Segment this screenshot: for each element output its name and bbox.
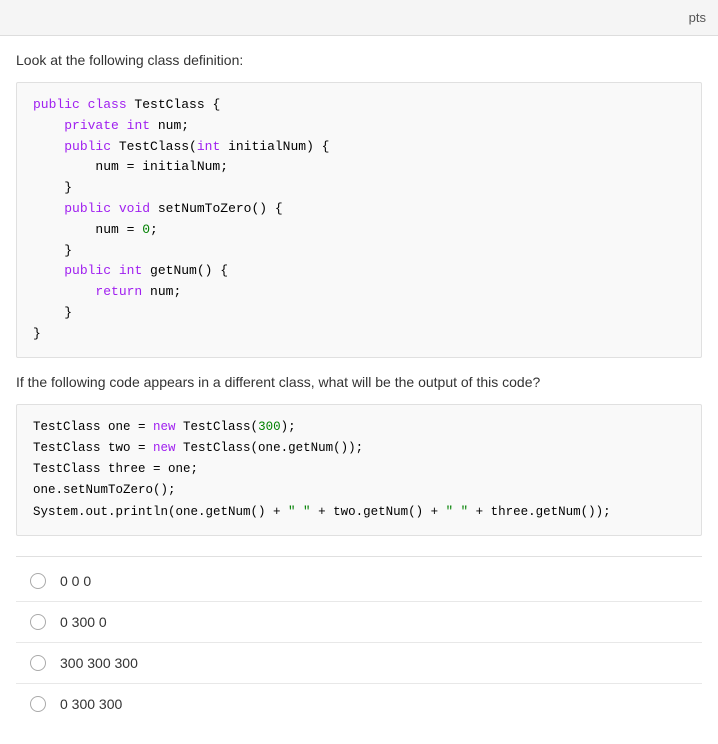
option-label-1: 0 0 0: [60, 573, 91, 589]
code-line-1: public class TestClass {: [33, 97, 220, 112]
option-radio-3[interactable]: [30, 655, 46, 671]
instruction-text: Look at the following class definition:: [16, 52, 702, 68]
code-line-7: num = 0;: [33, 222, 158, 237]
divider: [16, 556, 702, 557]
code-line-4: num = initialNum;: [33, 159, 228, 174]
run-line-4: one.setNumToZero();: [33, 483, 176, 497]
option-radio-1[interactable]: [30, 573, 46, 589]
top-bar: pts: [0, 0, 718, 36]
code-line-5: }: [33, 180, 72, 195]
pts-label: pts: [689, 10, 706, 25]
options-section: 0 0 0 0 300 0 300 300 300 0 300 300: [16, 561, 702, 724]
option-row-4[interactable]: 0 300 300: [16, 684, 702, 724]
option-radio-2[interactable]: [30, 614, 46, 630]
class-definition-code: public class TestClass { private int num…: [16, 82, 702, 358]
code-line-10: return num;: [33, 284, 181, 299]
option-row-2[interactable]: 0 300 0: [16, 602, 702, 643]
content-area: Look at the following class definition: …: [0, 36, 718, 744]
option-row-3[interactable]: 300 300 300: [16, 643, 702, 684]
option-radio-4[interactable]: [30, 696, 46, 712]
code-line-11: }: [33, 305, 72, 320]
option-row-1[interactable]: 0 0 0: [16, 561, 702, 602]
run-line-3: TestClass three = one;: [33, 462, 198, 476]
option-label-2: 0 300 0: [60, 614, 107, 630]
run-line-5: System.out.println(one.getNum() + " " + …: [33, 505, 611, 519]
code-line-3: public TestClass(int initialNum) {: [33, 139, 329, 154]
run-code-block: TestClass one = new TestClass(300); Test…: [16, 404, 702, 536]
run-line-1: TestClass one = new TestClass(300);: [33, 420, 296, 434]
code-line-2: private int num;: [33, 118, 189, 133]
option-label-4: 0 300 300: [60, 696, 122, 712]
code-line-9: public int getNum() {: [33, 263, 228, 278]
run-line-2: TestClass two = new TestClass(one.getNum…: [33, 441, 363, 455]
option-label-3: 300 300 300: [60, 655, 138, 671]
code-line-8: }: [33, 243, 72, 258]
question-text: If the following code appears in a diffe…: [16, 374, 702, 390]
code-line-6: public void setNumToZero() {: [33, 201, 283, 216]
code-line-12: }: [33, 326, 41, 341]
